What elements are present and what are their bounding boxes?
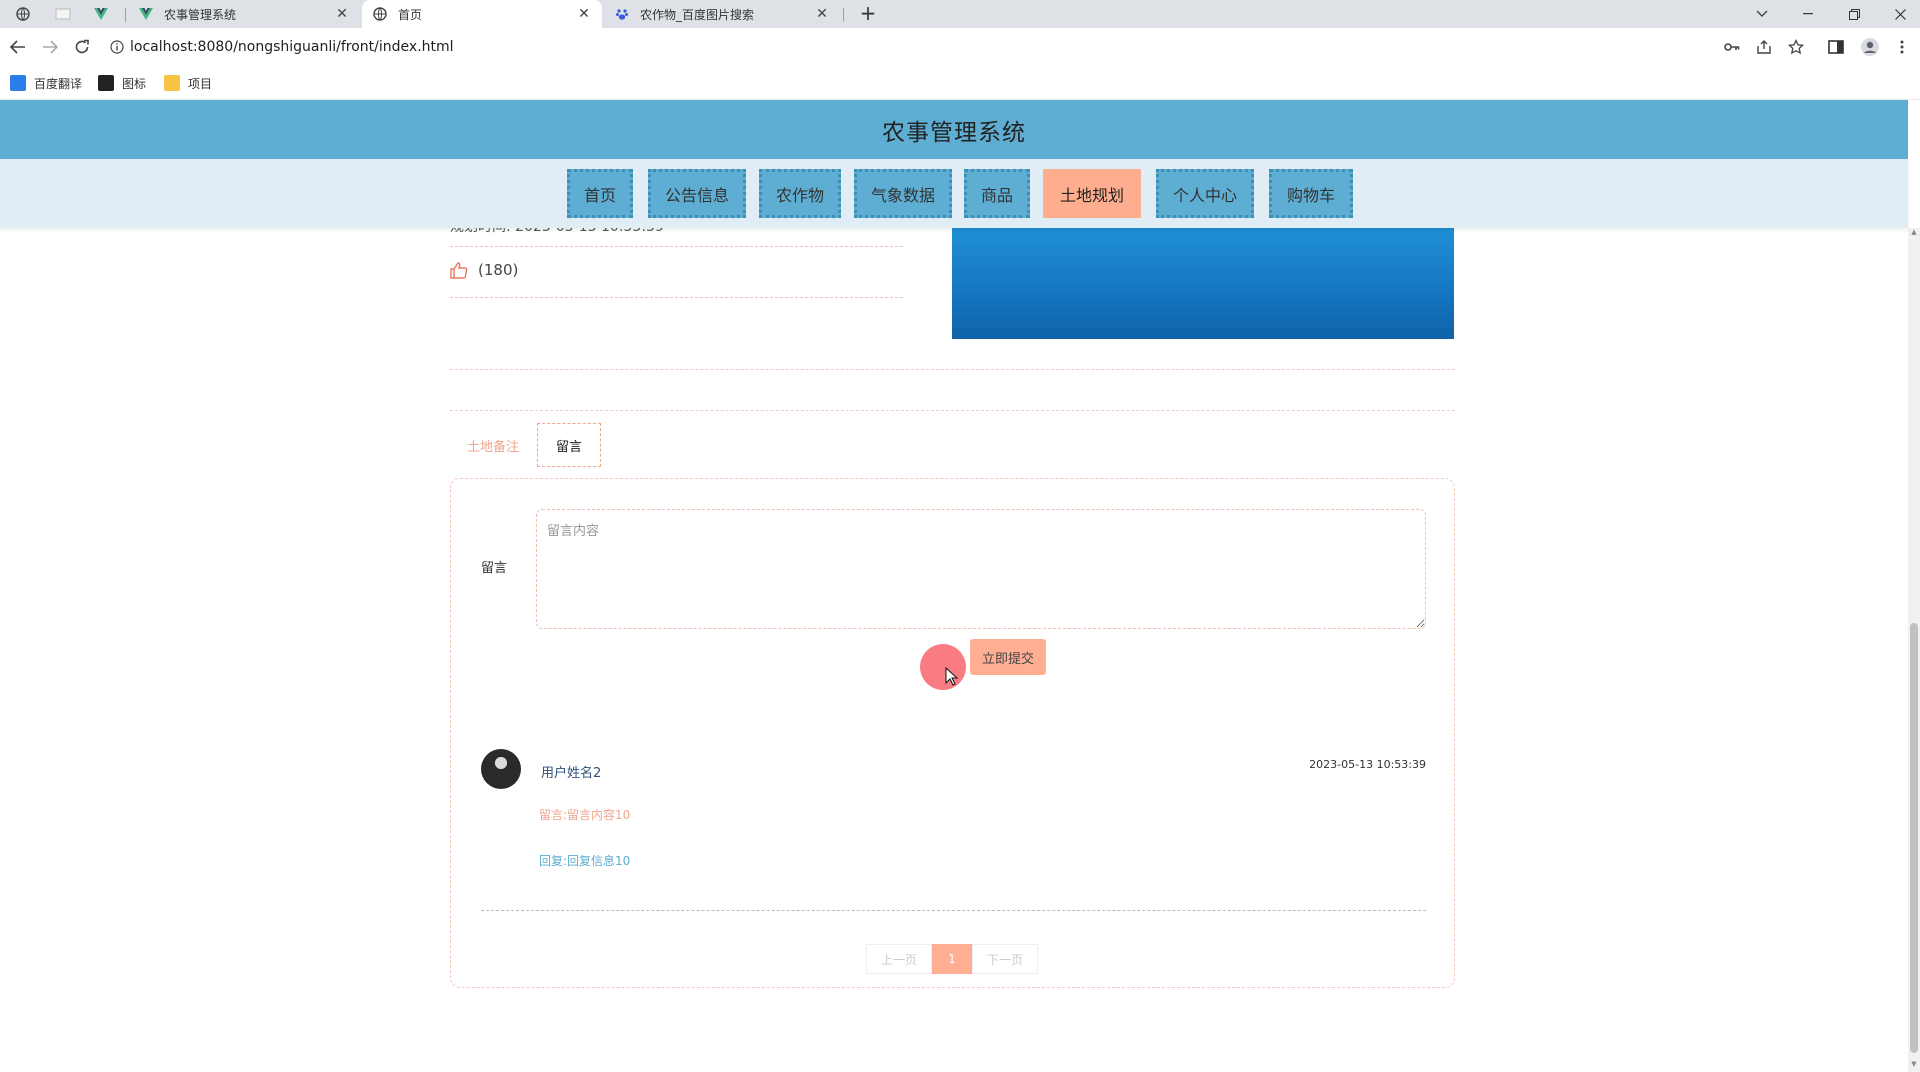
bookmark-label: 图标 — [122, 76, 147, 91]
side-panel-icon[interactable] — [1826, 37, 1846, 57]
message-label: 留言 — [481, 561, 508, 576]
bookmark-label: 项目 — [188, 76, 213, 91]
nav-weather-data[interactable]: 气象数据 — [854, 169, 952, 218]
prev-page-button[interactable]: 上一页 — [866, 944, 932, 974]
pinned-tab-vue[interactable] — [86, 4, 116, 24]
comment-reply: 回复:回复信息10 — [539, 854, 631, 868]
minimize-icon[interactable] — [1788, 0, 1828, 28]
scroll-thumb[interactable] — [1910, 623, 1918, 1053]
land-image — [952, 228, 1454, 339]
close-window-icon[interactable] — [1880, 0, 1920, 28]
restore-icon[interactable] — [1834, 0, 1874, 28]
vue-logo-icon — [94, 8, 108, 20]
tab-title: 农作物_百度图片搜索 — [640, 7, 755, 22]
baidu-paw-icon — [614, 6, 630, 22]
bookmark-baidu-translate[interactable]: 百度翻译 — [10, 74, 82, 92]
nav-personal-center[interactable]: 个人中心 — [1156, 169, 1254, 218]
nav-crops[interactable]: 农作物 — [759, 169, 841, 218]
submit-button[interactable]: 立即提交 — [970, 639, 1046, 675]
page-scrollbar[interactable]: ▲ ▼ — [1908, 228, 1920, 1072]
like-count: (180) — [478, 261, 519, 279]
page-viewport: 农事管理系统 首页 公告信息 农作物 气象数据 商品 土地规划 个人中心 购物车… — [0, 100, 1920, 1072]
avatar — [481, 749, 521, 789]
folder-icon — [164, 75, 180, 91]
forward-arrow-icon[interactable] — [40, 37, 60, 57]
click-indicator — [920, 644, 966, 690]
like-row[interactable]: (180) — [450, 261, 518, 279]
site-header: 农事管理系统 — [0, 100, 1908, 159]
bookmark-label: 百度翻译 — [34, 76, 83, 91]
back-arrow-icon[interactable] — [8, 37, 28, 57]
thumbs-up-icon[interactable] — [450, 261, 468, 279]
share-icon[interactable] — [1754, 37, 1774, 57]
tab-close-icon[interactable]: ✕ — [576, 6, 592, 22]
comment-username: 用户姓名2 — [541, 766, 602, 781]
vue-logo-icon — [138, 6, 154, 22]
bookmarks-bar: 百度翻译 图标 项目 — [0, 66, 1920, 100]
pinned-tab-globe[interactable] — [8, 4, 38, 24]
globe-icon — [372, 6, 388, 22]
image-icon — [98, 75, 114, 91]
tab-title: 农事管理系统 — [164, 7, 237, 22]
globe-icon — [16, 7, 30, 21]
tab-land-remark[interactable]: 土地备注 — [458, 423, 528, 467]
tab-nongshi-system[interactable]: 农事管理系统 ✕ — [128, 0, 360, 28]
scroll-up-arrow-icon[interactable]: ▲ — [1908, 228, 1920, 240]
tab-baidu-images[interactable]: 农作物_百度图片搜索 ✕ — [604, 0, 840, 28]
address-bar[interactable]: localhost:8080/nongshiguanli/front/index… — [104, 32, 1726, 62]
bookmark-icons[interactable]: 图标 — [98, 74, 146, 92]
translate-icon — [10, 75, 26, 91]
pagination: 上一页 1 下一页 — [866, 944, 1038, 974]
comment-item: 用户姓名2 2023-05-13 10:53:39 留言:留言内容10 回复:回… — [481, 749, 1426, 899]
tab-search-chevron-icon[interactable] — [1742, 0, 1782, 28]
mouse-cursor-icon — [945, 667, 959, 686]
nav-home[interactable]: 首页 — [567, 169, 633, 218]
pinned-tab-blank[interactable] — [48, 4, 78, 24]
page-number-current[interactable]: 1 — [932, 944, 972, 974]
tab-home-active[interactable]: 首页 ✕ — [362, 0, 602, 28]
site-title: 农事管理系统 — [882, 119, 1026, 146]
menu-dots-icon[interactable] — [1892, 37, 1912, 57]
bookmark-star-icon[interactable] — [1786, 37, 1806, 57]
site-info-icon[interactable] — [104, 40, 130, 54]
message-textarea[interactable] — [536, 509, 1426, 629]
tab-close-icon[interactable]: ✕ — [334, 6, 350, 22]
tab-message[interactable]: 留言 — [537, 423, 601, 467]
message-panel: 留言 立即提交 用户姓名2 2023-05-13 10:53:39 留言:留言内… — [450, 478, 1455, 988]
tab-title: 首页 — [398, 7, 423, 22]
bookmark-projects[interactable]: 项目 — [164, 74, 212, 92]
browser-toolbar: localhost:8080/nongshiguanli/front/index… — [0, 28, 1920, 66]
nav-land-planning[interactable]: 土地规划 — [1043, 169, 1141, 218]
profile-avatar-icon[interactable] — [1860, 37, 1880, 57]
key-icon[interactable] — [1722, 37, 1742, 57]
nav-products[interactable]: 商品 — [964, 169, 1030, 218]
tab-close-icon[interactable]: ✕ — [814, 6, 830, 22]
nav-cart[interactable]: 购物车 — [1269, 169, 1353, 218]
nav-announcements[interactable]: 公告信息 — [648, 169, 746, 218]
comment-time: 2023-05-13 10:53:39 — [1309, 758, 1426, 771]
next-page-button[interactable]: 下一页 — [972, 944, 1038, 974]
comment-message: 留言:留言内容10 — [539, 808, 631, 822]
main-nav: 首页 公告信息 农作物 气象数据 商品 土地规划 个人中心 购物车 — [0, 159, 1908, 228]
reload-icon[interactable] — [72, 37, 92, 57]
page-icon — [55, 8, 71, 20]
url-text: localhost:8080/nongshiguanli/front/index… — [130, 39, 454, 55]
new-tab-button[interactable]: + — [856, 2, 880, 26]
scroll-down-arrow-icon[interactable]: ▼ — [1908, 1060, 1920, 1072]
browser-tab-strip: 农事管理系统 ✕ 首页 ✕ 农作物_百度图片搜索 ✕ + — [0, 0, 1920, 28]
